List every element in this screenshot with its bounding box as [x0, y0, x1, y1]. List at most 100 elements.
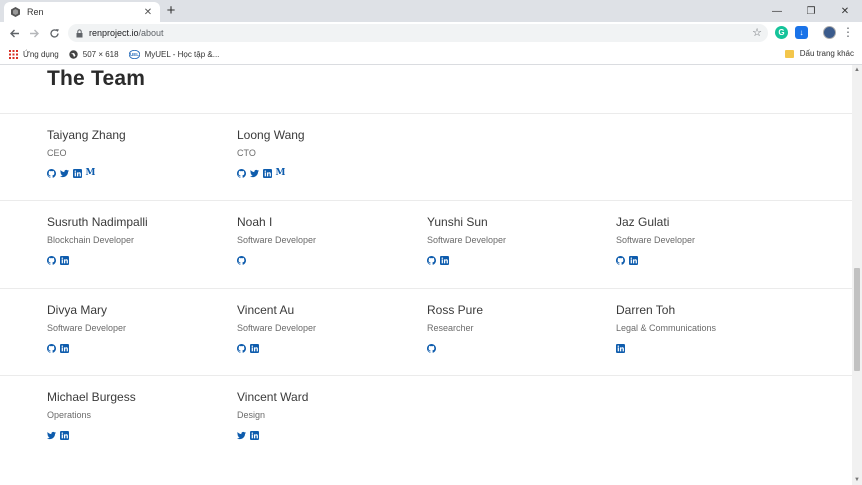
- other-bookmarks[interactable]: Dấu trang khác: [784, 49, 854, 58]
- grammarly-icon[interactable]: G: [775, 26, 788, 39]
- linkedin-icon[interactable]: [440, 255, 449, 265]
- close-window-icon[interactable]: ✕: [828, 0, 862, 22]
- bookmark-label: Ứng dụng: [23, 49, 59, 59]
- github-icon[interactable]: [616, 255, 625, 265]
- team-member-card: Divya Mary Software Developer: [47, 303, 227, 353]
- member-role: Design: [237, 410, 266, 420]
- team-member-card: Susruth Nadimpalli Blockchain Developer: [47, 215, 227, 265]
- linkedin-icon[interactable]: [60, 430, 69, 440]
- other-bookmarks-label: Dấu trang khác: [799, 49, 854, 58]
- myuel-icon: UEL: [128, 49, 140, 59]
- scroll-thumb[interactable]: [854, 268, 860, 371]
- social-links: [237, 255, 417, 265]
- reload-icon[interactable]: [44, 23, 64, 43]
- team-member-card: Yunshi Sun Software Developer: [427, 215, 607, 265]
- bookmark-size[interactable]: 507 × 618: [69, 50, 119, 59]
- twitter-icon[interactable]: [250, 169, 259, 178]
- bookmark-myuel[interactable]: UEL MyUEL - Học tập &...: [128, 49, 220, 59]
- twitter-icon[interactable]: [237, 431, 246, 440]
- apps-icon: [9, 49, 18, 59]
- team-row: Michael Burgess Operations Vincent Ward Des…: [0, 375, 852, 463]
- medium-icon[interactable]: M: [276, 168, 286, 178]
- scroll-down-icon[interactable]: ▼: [852, 475, 862, 485]
- social-links: M: [47, 168, 227, 178]
- social-links: [237, 343, 417, 353]
- back-icon[interactable]: [4, 23, 24, 43]
- team-member-card: Noah I Software Developer: [237, 215, 417, 265]
- social-links: [47, 430, 227, 440]
- social-links: [427, 343, 607, 353]
- window-controls: — ❐ ✕: [760, 0, 862, 22]
- restore-icon[interactable]: ❐: [794, 0, 828, 22]
- github-icon[interactable]: [47, 343, 56, 353]
- team-row: Taiyang Zhang CEO M Loong Wang CTO M: [0, 113, 852, 201]
- team-member-card: Loong Wang CTO M: [237, 128, 417, 178]
- social-links: [616, 343, 796, 353]
- team-member-card: Taiyang Zhang CEO M: [47, 128, 227, 178]
- member-name: Ross Pure: [427, 303, 484, 317]
- github-icon[interactable]: [47, 168, 56, 178]
- bookmark-star-icon[interactable]: ☆: [752, 26, 762, 39]
- linkedin-icon[interactable]: [250, 343, 259, 353]
- social-links: [47, 343, 227, 353]
- team-member-card: Ross Pure Researcher: [427, 303, 607, 353]
- medium-icon[interactable]: M: [86, 168, 96, 178]
- profile-avatar[interactable]: [823, 26, 836, 39]
- member-name: Noah I: [237, 215, 273, 229]
- social-links: [427, 255, 607, 265]
- team-member-card: Vincent Au Software Developer: [237, 303, 417, 353]
- globe-icon: [69, 49, 78, 59]
- bookmark-label: MyUEL - Học tập &...: [144, 49, 220, 59]
- linkedin-icon[interactable]: [73, 168, 82, 178]
- linkedin-icon[interactable]: [250, 430, 259, 440]
- member-name: Vincent Au: [237, 303, 295, 317]
- new-tab-icon[interactable]: +: [163, 3, 179, 19]
- scroll-up-icon[interactable]: ▲: [852, 65, 862, 75]
- linkedin-icon[interactable]: [616, 343, 625, 353]
- browser-toolbar: renproject.io/about ☆ G ↓ ⋮: [0, 22, 862, 44]
- bookmark-apps[interactable]: Ứng dụng: [9, 49, 59, 59]
- linkedin-icon[interactable]: [60, 255, 69, 265]
- forward-icon[interactable]: [24, 23, 44, 43]
- member-role: Software Developer: [237, 235, 317, 245]
- svg-text:UEL: UEL: [130, 52, 139, 57]
- linkedin-icon[interactable]: [263, 168, 272, 178]
- minimize-icon[interactable]: —: [760, 0, 794, 22]
- tab-close-icon[interactable]: ✕: [142, 7, 154, 18]
- bookmarks-bar: Ứng dụng 507 × 618 UEL MyUEL - Học tập &…: [0, 44, 862, 65]
- url-path: /about: [138, 28, 164, 38]
- member-name: Vincent Ward: [237, 390, 309, 404]
- member-role: Software Developer: [427, 235, 507, 245]
- browser-menu-icon[interactable]: ⋮: [842, 25, 854, 39]
- linkedin-icon[interactable]: [629, 255, 638, 265]
- github-icon[interactable]: [237, 168, 246, 178]
- github-icon[interactable]: [47, 255, 56, 265]
- social-links: [237, 430, 417, 440]
- member-name: Taiyang Zhang: [47, 128, 126, 142]
- member-name: Divya Mary: [47, 303, 108, 317]
- github-icon[interactable]: [237, 255, 246, 265]
- member-name: Jaz Gulati: [616, 215, 670, 229]
- member-role: Blockchain Developer: [47, 235, 135, 245]
- page-viewport: The Team Taiyang Zhang CEO M Loong Wang CTO M…: [0, 65, 852, 485]
- member-name: Loong Wang: [237, 128, 305, 142]
- team-row: Divya Mary Software Developer Vincent Au So…: [0, 288, 852, 376]
- address-bar[interactable]: renproject.io/about ☆: [68, 24, 768, 42]
- download-extension-icon[interactable]: ↓: [795, 26, 808, 39]
- linkedin-icon[interactable]: [60, 343, 69, 353]
- member-role: CEO: [47, 148, 67, 158]
- twitter-icon[interactable]: [60, 169, 69, 178]
- scrollbar[interactable]: ▲ ▼: [852, 65, 862, 485]
- team-member-card: Darren Toh Legal & Communications: [616, 303, 796, 353]
- browser-tab[interactable]: Ren ✕: [4, 2, 160, 22]
- team-member-card: Michael Burgess Operations: [47, 390, 227, 440]
- member-name: Yunshi Sun: [427, 215, 488, 229]
- social-links: M: [237, 168, 417, 178]
- folder-icon: [784, 49, 794, 58]
- github-icon[interactable]: [427, 343, 436, 353]
- member-role: Operations: [47, 410, 92, 420]
- bookmark-label: 507 × 618: [82, 49, 119, 59]
- github-icon[interactable]: [237, 343, 246, 353]
- twitter-icon[interactable]: [47, 431, 56, 440]
- github-icon[interactable]: [427, 255, 436, 265]
